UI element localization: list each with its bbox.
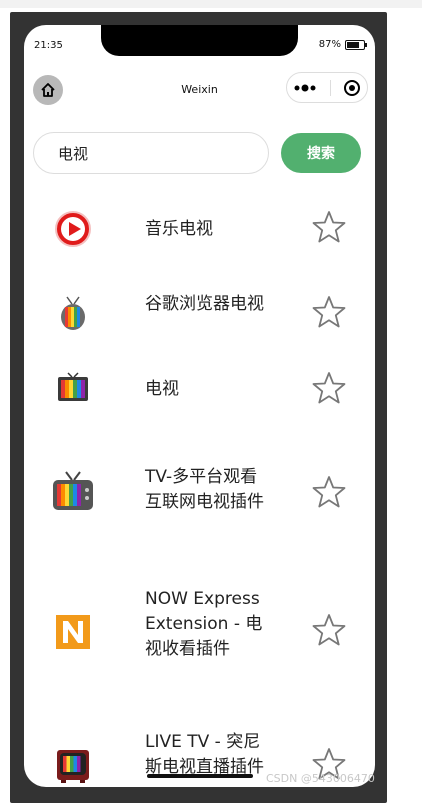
top-border bbox=[0, 0, 422, 8]
star-icon[interactable] bbox=[312, 475, 346, 509]
antenna-tv-icon bbox=[61, 296, 85, 330]
list-item[interactable]: 音乐电视 bbox=[24, 191, 375, 275]
status-time: 21:35 bbox=[34, 40, 63, 51]
vintage-tv-icon bbox=[57, 750, 89, 783]
item-name: LIVE TV - 突尼斯电视直播插件 bbox=[145, 732, 264, 777]
battery-icon bbox=[345, 39, 367, 50]
item-name: TV-多平台观看互联网电视插件 bbox=[145, 467, 264, 512]
capsule-menu bbox=[286, 72, 368, 103]
play-icon bbox=[55, 211, 91, 247]
item-name: 谷歌浏览器电视 bbox=[145, 294, 264, 314]
list-item[interactable]: TV-多平台观看互联网电视插件 bbox=[24, 444, 375, 569]
tv-icon bbox=[58, 372, 88, 401]
search-button[interactable]: 搜索 bbox=[281, 133, 361, 173]
star-icon[interactable] bbox=[312, 371, 346, 405]
notch bbox=[101, 25, 298, 56]
item-name: 电视 bbox=[145, 379, 179, 399]
watermark: CSDN @543006470 bbox=[266, 772, 375, 785]
item-name: 音乐电视 bbox=[145, 219, 213, 239]
search-input[interactable]: 电视 bbox=[33, 132, 269, 174]
retro-tv-icon bbox=[53, 471, 93, 510]
list-item[interactable]: NOW Express Extension - 电视收看插件 bbox=[24, 569, 375, 709]
close-mini-program-icon[interactable] bbox=[343, 79, 361, 97]
star-icon[interactable] bbox=[312, 210, 346, 244]
home-indicator bbox=[147, 774, 253, 778]
navbar: Weixin bbox=[24, 69, 375, 109]
star-icon[interactable] bbox=[312, 613, 346, 647]
more-icon[interactable] bbox=[293, 83, 319, 93]
results-list: 音乐电视 谷歌浏览器电视 电视 TV-多平台观看互联网电视插件 NOW Expr… bbox=[24, 191, 375, 787]
capsule-divider bbox=[330, 79, 332, 96]
list-item[interactable]: 电视 bbox=[24, 359, 375, 444]
phone-screen: 21:35 87% Weixin 电视 搜索 音乐电视 谷歌浏览器电视 电视 T… bbox=[24, 25, 375, 787]
item-name: NOW Express Extension - 电视收看插件 bbox=[145, 589, 263, 659]
star-icon[interactable] bbox=[312, 295, 346, 329]
status-battery: 87% bbox=[318, 39, 367, 50]
battery-percent: 87% bbox=[318, 39, 341, 50]
n-logo-icon bbox=[56, 615, 90, 649]
list-item[interactable]: 谷歌浏览器电视 bbox=[24, 275, 375, 359]
